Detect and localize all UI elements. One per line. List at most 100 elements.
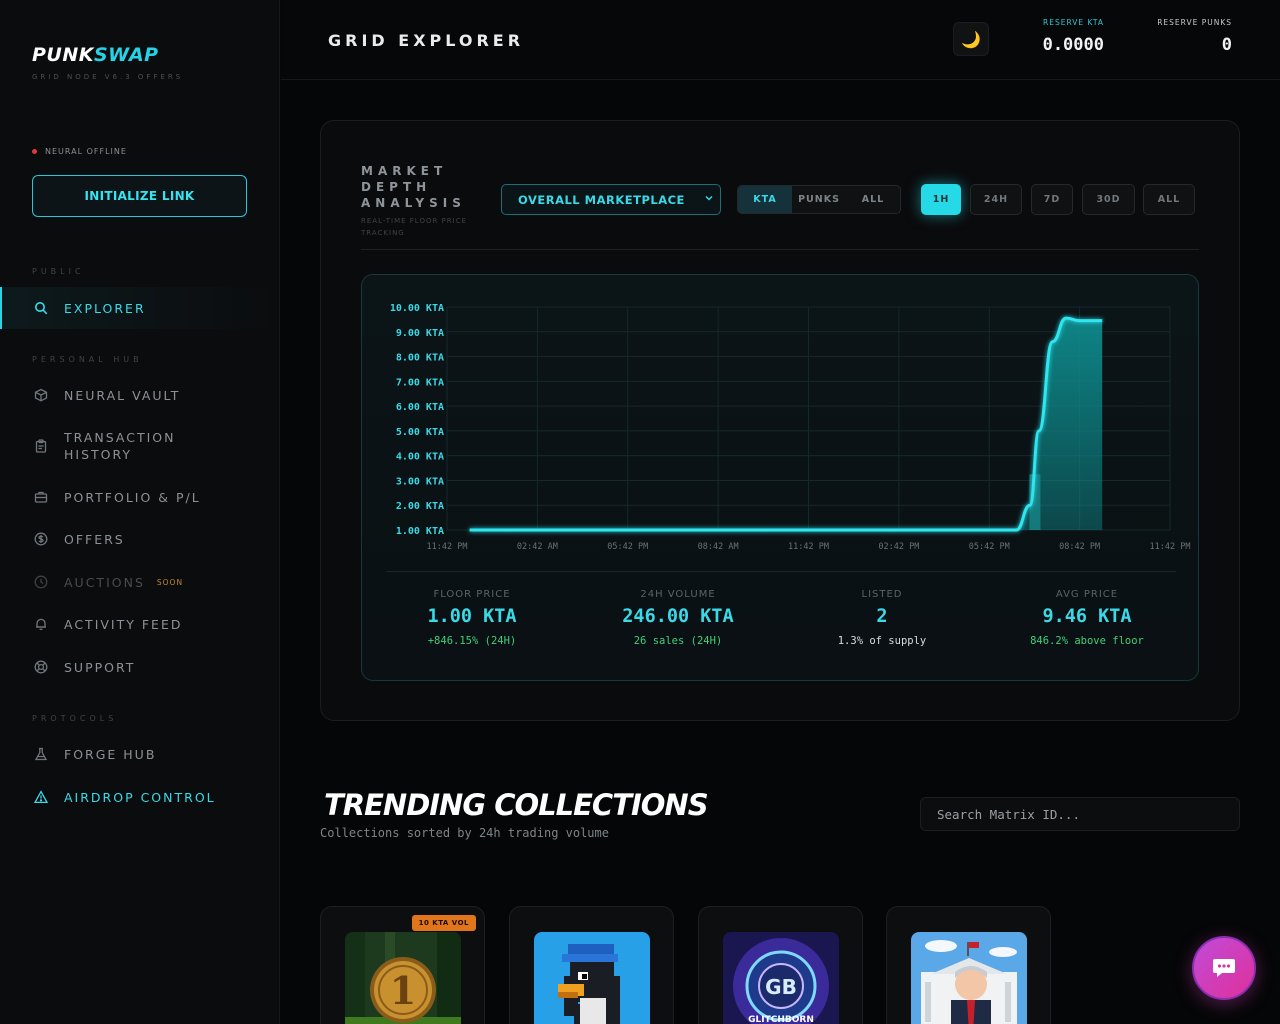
- timeframe-1h-button[interactable]: 1H: [921, 184, 961, 215]
- market-subtitle: REAL-TIME FLOOR PRICE TRACKING: [361, 217, 468, 237]
- tab-all-currency[interactable]: ALL: [846, 186, 900, 213]
- stat-value: 246.00 KTA: [622, 606, 734, 627]
- connection-status: NEURAL OFFLINE: [32, 147, 127, 156]
- reserve-punks-label: RESERVE PUNKS: [1157, 18, 1232, 27]
- stat-value: 2: [876, 606, 888, 627]
- white-house-caricature-image: [911, 932, 1027, 1024]
- stat-sub: 846.2% above floor: [1030, 635, 1144, 647]
- sidebar-item-label: AUCTIONS: [64, 574, 145, 590]
- stat-listed: LISTED 2 1.3% of supply: [782, 589, 982, 647]
- panel-divider: [361, 249, 1199, 250]
- collection-card[interactable]: 1 10 KTA VOL: [320, 906, 485, 1024]
- x-tick-label: 08:42 AM: [698, 542, 739, 552]
- sidebar-item-explorer[interactable]: EXPLORER: [0, 287, 279, 329]
- top-header: GRID EXPLORER 🌙 RESERVE KTA 0.0000 RESER…: [281, 0, 1280, 80]
- section-label-personal-hub: PERSONAL HUB: [32, 355, 143, 364]
- stat-label: FLOOR PRICE: [433, 589, 511, 600]
- status-text: NEURAL OFFLINE: [45, 147, 127, 156]
- pixel-penguin-image: [534, 932, 650, 1024]
- tab-kta[interactable]: KTA: [738, 186, 792, 213]
- stat-label: AVG PRICE: [1055, 589, 1119, 600]
- x-tick-label: 11:42 PM: [788, 542, 829, 552]
- sidebar-item-label: EXPLORER: [64, 300, 146, 316]
- logo[interactable]: PUNKSWAP: [32, 44, 159, 66]
- marketplace-select[interactable]: OVERALL MARKETPLACE: [501, 184, 721, 215]
- timeframe-7d-button[interactable]: 7D: [1031, 184, 1073, 215]
- stat-floor-price: FLOOR PRICE 1.00 KTA +846.15% (24H): [372, 589, 572, 647]
- chat-button[interactable]: [1192, 936, 1256, 1000]
- x-tick-label: 11:42 PM: [1150, 542, 1191, 552]
- timeframe-all-button[interactable]: ALL: [1143, 184, 1195, 215]
- chat-bubble-icon: [1213, 959, 1235, 977]
- marketplace-select-value: OVERALL MARKETPLACE: [518, 192, 685, 207]
- sidebar-item-label: ACTIVITY FEED: [64, 616, 183, 632]
- sidebar-item-transaction-history[interactable]: TRANSACTION HISTORY: [0, 428, 279, 464]
- status-dot: [32, 149, 37, 154]
- stat-sub: 26 sales (24H): [633, 635, 723, 647]
- sidebar-item-airdrop-control[interactable]: AIRDROP CONTROL: [0, 785, 279, 809]
- y-tick-label: 6.00 KTA: [396, 402, 444, 413]
- sidebar-item-activity-feed[interactable]: ACTIVITY FEED: [0, 612, 279, 636]
- trending-title: TRENDING COLLECTIONS: [324, 788, 709, 822]
- chevron-down-icon: [705, 195, 713, 201]
- warning-triangle-icon: [34, 790, 48, 804]
- soon-badge: SOON: [156, 577, 184, 587]
- glitchborn-logo-image: GB GLITCHBORN: [723, 932, 839, 1024]
- logo-part2: SWAP: [93, 44, 159, 66]
- briefcase-icon: [34, 490, 48, 504]
- y-tick-label: 5.00 KTA: [396, 427, 444, 438]
- stat-value: 1.00 KTA: [427, 606, 517, 627]
- sidebar-item-auctions[interactable]: AUCTIONS SOON: [0, 570, 279, 594]
- x-tick-label: 02:42 PM: [878, 542, 919, 552]
- market-title: MARKET DEPTH ANALYSIS: [361, 164, 466, 210]
- collection-card[interactable]: [886, 906, 1051, 1024]
- search-input[interactable]: Search Matrix ID...: [920, 797, 1240, 831]
- sidebar-item-label: PORTFOLIO & P/L: [64, 489, 201, 505]
- reserve-kta: RESERVE KTA 0.0000: [1016, 18, 1104, 55]
- moon-icon: 🌙: [961, 29, 981, 49]
- sidebar-item-label: AIRDROP CONTROL: [64, 789, 216, 805]
- sidebar-item-support[interactable]: SUPPORT: [0, 655, 279, 679]
- sidebar-item-forge-hub[interactable]: FORGE HUB: [0, 742, 279, 766]
- stat-label: 24H VOLUME: [640, 589, 716, 600]
- trending-subtitle: Collections sorted by 24h trading volume: [320, 826, 609, 840]
- volume-badge: 10 KTA VOL: [411, 915, 476, 931]
- sidebar-item-neural-vault[interactable]: NEURAL VAULT: [0, 383, 279, 407]
- series-line: [469, 316, 1103, 532]
- timeframe-24h-button[interactable]: 24H: [970, 184, 1022, 215]
- y-tick-label: 8.00 KTA: [396, 353, 444, 364]
- timeframe-30d-button[interactable]: 30D: [1082, 184, 1135, 215]
- section-label-public: PUBLIC: [32, 267, 85, 276]
- tab-punks[interactable]: PUNKS: [792, 186, 846, 213]
- stat-avg-price: AVG PRICE 9.46 KTA 846.2% above floor: [987, 589, 1187, 647]
- floor-price-chart: 1.00 KTA 2.00 KTA 3.00 KTA 4.00 KTA 5.00 KTA…: [361, 274, 1199, 681]
- collection-card[interactable]: [509, 906, 674, 1024]
- collection-card[interactable]: GB GLITCHBORN: [698, 906, 863, 1024]
- market-depth-panel: MARKET DEPTH ANALYSIS REAL-TIME FLOOR PR…: [320, 120, 1240, 721]
- logo-subtitle: GRID NODE V6.3 OFFERS: [32, 73, 184, 81]
- y-tick-label: 4.00 KTA: [396, 452, 444, 463]
- y-tick-label: 9.00 KTA: [396, 328, 444, 339]
- lifebuoy-icon: [34, 660, 48, 674]
- svg-text:1: 1: [390, 968, 416, 1013]
- search-icon: [34, 301, 48, 315]
- sidebar-item-label: NEURAL VAULT: [64, 387, 181, 403]
- stat-24h-volume: 24H VOLUME 246.00 KTA 26 sales (24H): [578, 589, 778, 647]
- y-tick-label: 1.00 KTA: [396, 526, 444, 537]
- theme-toggle-button[interactable]: 🌙: [953, 22, 989, 56]
- sidebar-item-offers[interactable]: OFFERS: [0, 527, 279, 551]
- stats-divider: [386, 571, 1176, 572]
- cube-icon: [34, 388, 48, 402]
- stat-sub: +846.15% (24H): [427, 635, 517, 647]
- y-tick-label: 10.00 KTA: [390, 303, 444, 314]
- sidebar-item-portfolio[interactable]: PORTFOLIO & P/L: [0, 485, 279, 509]
- initialize-link-button[interactable]: INITIALIZE LINK: [32, 175, 247, 217]
- dollar-circle-icon: [34, 532, 48, 546]
- sidebar-item-label: SUPPORT: [64, 659, 136, 675]
- glitchborn-text: GLITCHBORN: [748, 1015, 814, 1024]
- reserve-kta-value: 0.0000: [1042, 35, 1104, 55]
- y-tick-label: 3.00 KTA: [396, 476, 444, 487]
- page-title: GRID EXPLORER: [328, 31, 525, 50]
- sidebar: PUNKSWAP GRID NODE V6.3 OFFERS NEURAL OF…: [0, 0, 280, 1024]
- bell-icon: [34, 617, 48, 631]
